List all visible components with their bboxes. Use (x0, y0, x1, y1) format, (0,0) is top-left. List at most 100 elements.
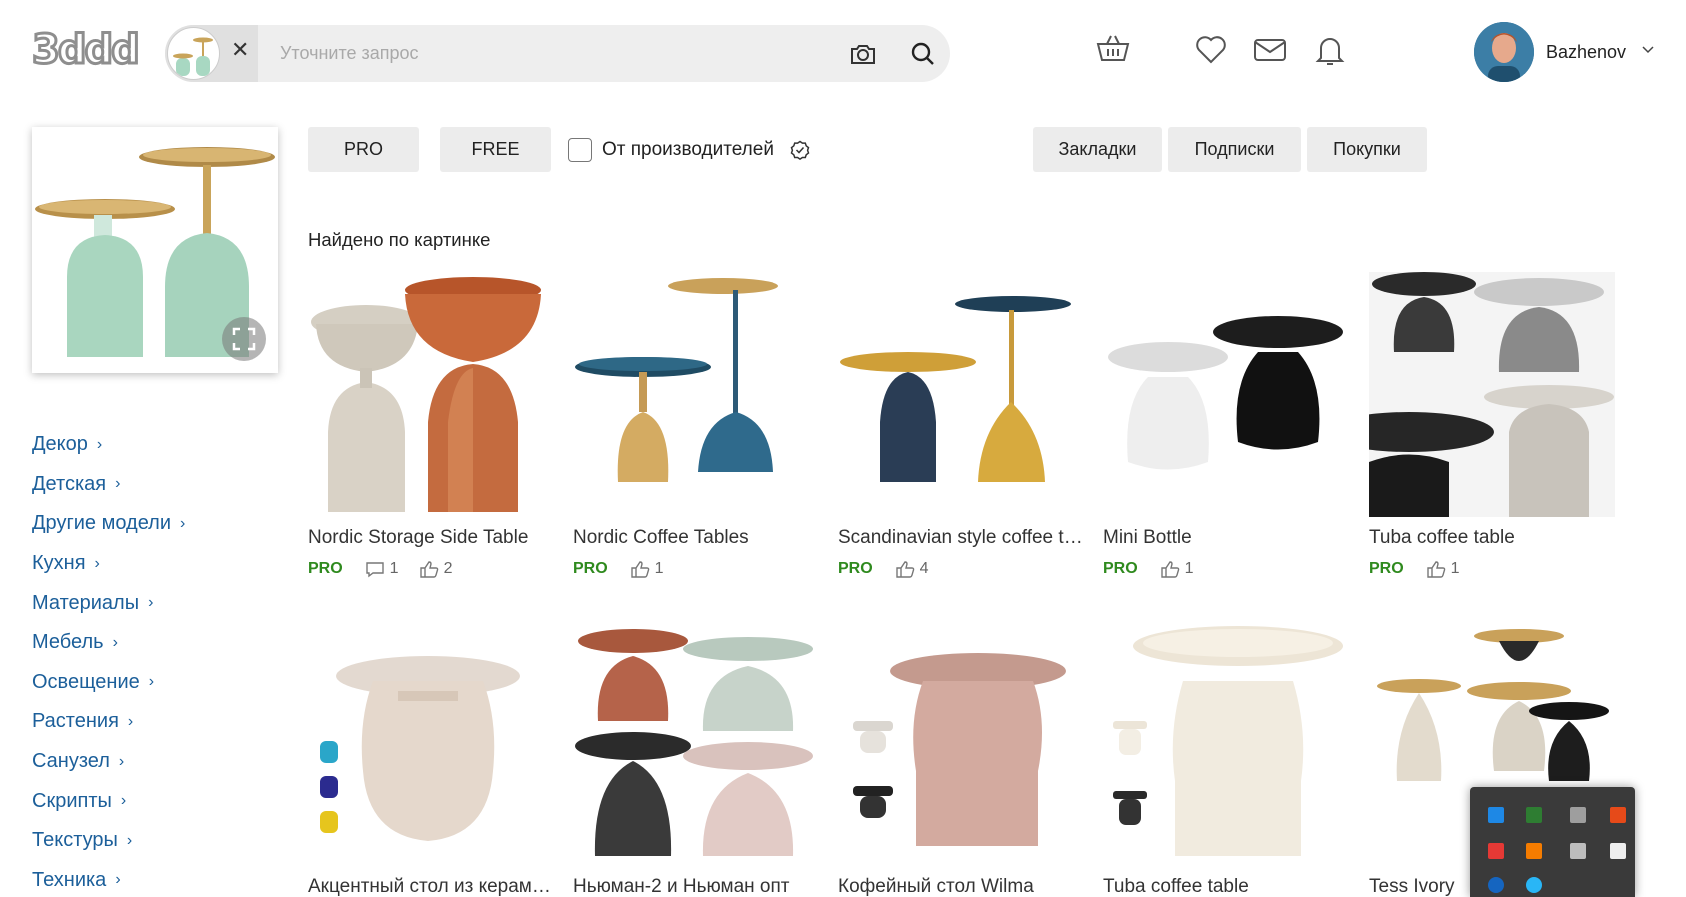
result-card[interactable]: Tuba coffee table (1103, 621, 1349, 897)
result-thumbnail[interactable] (308, 272, 554, 517)
category-item[interactable]: Скрипты › (32, 781, 185, 821)
result-card[interactable]: Scandinavian style coffee table PRO 4 (838, 272, 1084, 579)
chevron-right-icon: › (115, 475, 121, 493)
query-image (32, 127, 278, 373)
like-icon[interactable] (1160, 560, 1180, 578)
result-card[interactable]: Tuba coffee table PRO 1 (1369, 272, 1615, 579)
display-icon[interactable] (1570, 807, 1586, 823)
pro-badge: PRO (838, 560, 873, 577)
category-item[interactable]: Детская › (32, 465, 185, 505)
comment-icon (365, 560, 385, 578)
bell-icon[interactable] (1312, 32, 1348, 68)
result-title[interactable]: Mini Bottle (1103, 527, 1349, 549)
bluetooth-icon[interactable] (1488, 877, 1504, 893)
result-title[interactable]: Scandinavian style coffee table (838, 527, 1084, 549)
expand-icon[interactable] (222, 317, 266, 361)
search-input[interactable] (258, 25, 818, 82)
category-item[interactable]: Другие модели › (32, 504, 185, 544)
purchases-button[interactable]: Покупки (1307, 127, 1427, 172)
result-thumbnail[interactable] (573, 272, 819, 517)
result-card[interactable]: Ньюман-2 и Ньюман опт (573, 621, 819, 897)
chevron-right-icon: › (148, 673, 155, 691)
chevron-right-icon: › (127, 712, 134, 730)
result-thumbnail[interactable] (1369, 272, 1615, 517)
result-card[interactable]: Nordic Storage Side Table PRO 1 2 (308, 272, 554, 579)
site-logo[interactable]: 3ddd (31, 29, 142, 72)
filter-free-button[interactable]: FREE (440, 127, 551, 172)
bookmarks-button[interactable]: Закладки (1033, 127, 1162, 172)
result-title[interactable]: Акцентный стол из керамики (308, 876, 554, 897)
like-icon[interactable] (419, 560, 439, 578)
app-tray-icon[interactable] (1610, 807, 1626, 823)
header: 3ddd ✕ Уточните запрос Bazhenov (0, 0, 1686, 100)
browser-icon[interactable] (1526, 877, 1542, 893)
anydesk-icon[interactable] (1488, 843, 1504, 859)
cart-icon[interactable] (1095, 32, 1131, 68)
result-title[interactable]: Ньюман-2 и Ньюман опт (573, 876, 819, 897)
category-item[interactable]: Кухня › (32, 544, 185, 584)
pro-badge: PRO (1103, 560, 1138, 577)
heart-icon[interactable] (1193, 32, 1229, 68)
pro-badge: PRO (1369, 560, 1404, 577)
network-app-icon[interactable] (1488, 807, 1504, 823)
result-thumbnail[interactable] (308, 621, 554, 866)
category-item[interactable]: Растения › (32, 702, 185, 742)
category-item[interactable]: Освещение › (32, 663, 185, 703)
chevron-right-icon: › (96, 435, 103, 453)
result-title[interactable]: Nordic Coffee Tables (573, 527, 819, 549)
chevron-down-icon[interactable] (1641, 42, 1655, 61)
close-icon[interactable]: ✕ (231, 39, 249, 61)
like-count: 2 (443, 560, 453, 577)
result-card[interactable]: Кофейный стол Wilma (838, 621, 1084, 897)
search-bar: ✕ (165, 25, 950, 82)
nvidia-icon[interactable] (1526, 807, 1542, 823)
like-count: 1 (1184, 560, 1194, 577)
sublime-icon[interactable] (1526, 843, 1542, 859)
result-card[interactable]: Mini Bottle PRO 1 (1103, 272, 1349, 579)
user-menu[interactable]: Bazhenov (1474, 22, 1664, 82)
result-card[interactable]: Акцентный стол из керамики (308, 621, 554, 897)
category-item[interactable]: Материалы › (32, 583, 185, 623)
pro-badge: PRO (308, 560, 343, 577)
category-item[interactable]: Мебель › (32, 623, 185, 663)
input-icon[interactable] (1610, 843, 1626, 859)
subscriptions-button[interactable]: Подписки (1168, 127, 1301, 172)
like-icon[interactable] (630, 560, 650, 578)
chevron-right-icon: › (94, 554, 100, 572)
chevron-right-icon: › (112, 633, 118, 651)
comment-count: 1 (389, 560, 399, 577)
result-thumbnail[interactable] (1103, 272, 1349, 517)
result-title[interactable]: Tuba coffee table (1369, 527, 1615, 549)
camera-icon[interactable] (848, 39, 878, 69)
result-meta: PRO 4 (838, 559, 1084, 579)
like-icon[interactable] (895, 560, 915, 578)
image-query-thumbnail[interactable] (167, 27, 220, 80)
result-meta: PRO 1 (1103, 559, 1349, 579)
result-meta: PRO 1 (573, 559, 819, 579)
manufacturers-label[interactable]: От производителей (602, 139, 774, 161)
result-title[interactable]: Tuba coffee table (1103, 876, 1349, 897)
like-count: 4 (919, 560, 929, 577)
result-title[interactable]: Кофейный стол Wilma (838, 876, 1084, 897)
result-thumbnail[interactable] (838, 621, 1084, 866)
result-thumbnail[interactable] (1103, 621, 1349, 866)
verified-icon (790, 140, 810, 165)
search-icon[interactable] (908, 39, 938, 69)
image-query-chip: ✕ (165, 25, 258, 82)
category-item[interactable]: Санузел › (32, 742, 185, 782)
result-thumbnail[interactable] (838, 272, 1084, 517)
chevron-right-icon: › (120, 792, 127, 810)
device-icon[interactable] (1570, 843, 1586, 859)
filter-pro-button[interactable]: PRO (308, 127, 419, 172)
like-icon[interactable] (1426, 560, 1446, 578)
category-item[interactable]: Декор › (32, 425, 185, 465)
avatar[interactable] (1474, 22, 1534, 82)
mail-icon[interactable] (1252, 32, 1288, 68)
result-title[interactable]: Nordic Storage Side Table (308, 527, 554, 549)
category-item[interactable]: Техника › (32, 861, 185, 897)
username: Bazhenov (1546, 42, 1627, 62)
manufacturers-checkbox[interactable] (568, 138, 592, 162)
result-thumbnail[interactable] (573, 621, 819, 866)
category-item[interactable]: Текстуры › (32, 821, 185, 861)
result-card[interactable]: Nordic Coffee Tables PRO 1 (573, 272, 819, 579)
